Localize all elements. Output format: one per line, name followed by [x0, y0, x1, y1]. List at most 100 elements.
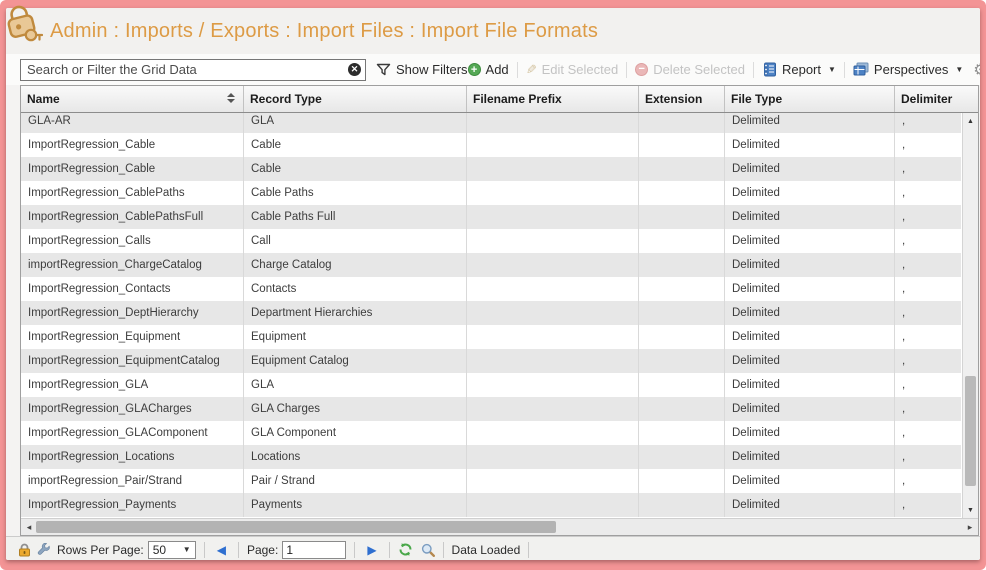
- cell-file_type: Delimited: [725, 277, 895, 301]
- scroll-down-icon[interactable]: ▼: [963, 503, 978, 517]
- grid-viewport: GLA-ARGLADelimited,ImportRegression_Cabl…: [21, 113, 978, 518]
- cell-record_type: GLA Charges: [244, 397, 467, 421]
- cell-extension: [639, 397, 725, 421]
- table-row[interactable]: ImportRegression_EquipmentCatalogEquipme…: [21, 349, 961, 373]
- search-box: ✕: [20, 59, 366, 81]
- admin-lock-key-icon: [1, 1, 43, 47]
- toolbar-divider: [517, 62, 518, 78]
- report-button[interactable]: Report ▼: [762, 62, 836, 77]
- table-row[interactable]: importRegression_ChargeCatalogCharge Cat…: [21, 253, 961, 277]
- cell-filename_prefix: [467, 349, 639, 373]
- cell-name: ImportRegression_Contacts: [21, 277, 244, 301]
- column-header-extension[interactable]: Extension: [639, 86, 725, 112]
- lock-icon[interactable]: [18, 543, 31, 557]
- table-row[interactable]: ImportRegression_CableCableDelimited,: [21, 157, 961, 181]
- grid-toolbar: ✕ Show Filters + Add ✎ Edit Selected: [6, 54, 980, 85]
- footer-divider: [354, 542, 355, 558]
- column-header-name[interactable]: Name: [21, 86, 244, 112]
- cell-record_type: Locations: [244, 445, 467, 469]
- wrench-icon[interactable]: [37, 543, 51, 557]
- horizontal-scrollbar-thumb[interactable]: [36, 521, 556, 533]
- rows-per-page-select[interactable]: 50 ▼: [148, 541, 196, 559]
- show-filters-button[interactable]: Show Filters: [376, 62, 468, 77]
- next-page-button[interactable]: ▶: [363, 543, 380, 557]
- page-title: Admin : Imports / Exports : Import Files…: [50, 20, 598, 43]
- cell-extension: [639, 469, 725, 493]
- table-row[interactable]: ImportRegression_GLAChargesGLA ChargesDe…: [21, 397, 961, 421]
- table-row[interactable]: ImportRegression_CallsCallDelimited,: [21, 229, 961, 253]
- cell-filename_prefix: [467, 133, 639, 157]
- cell-record_type: Cable Paths: [244, 181, 467, 205]
- vertical-scrollbar-thumb[interactable]: [965, 376, 976, 486]
- clear-search-icon[interactable]: ✕: [348, 63, 361, 76]
- cell-name: ImportRegression_Calls: [21, 229, 244, 253]
- table-row[interactable]: ImportRegression_EquipmentEquipmentDelim…: [21, 325, 961, 349]
- refresh-icon[interactable]: [398, 542, 413, 557]
- table-row[interactable]: ImportRegression_ContactsContactsDelimit…: [21, 277, 961, 301]
- cell-delimiter: ,: [895, 349, 961, 373]
- magnifier-icon[interactable]: [421, 543, 435, 557]
- cell-delimiter: ,: [895, 373, 961, 397]
- cell-filename_prefix: [467, 469, 639, 493]
- settings-gear-icon[interactable]: ⚙: [973, 60, 980, 80]
- scroll-left-icon[interactable]: ◂: [22, 519, 36, 535]
- chevron-down-icon: ▼: [183, 545, 191, 554]
- table-row[interactable]: ImportRegression_CablePathsCable PathsDe…: [21, 181, 961, 205]
- sort-icon[interactable]: [227, 93, 235, 103]
- cell-file_type: Delimited: [725, 229, 895, 253]
- cell-name: importRegression_Pair/Strand: [21, 469, 244, 493]
- app-frame: Admin : Imports / Exports : Import Files…: [0, 0, 986, 570]
- scroll-up-icon[interactable]: ▲: [963, 114, 978, 128]
- column-header-delimiter[interactable]: Delimiter: [895, 86, 978, 112]
- page: Admin : Imports / Exports : Import Files…: [6, 8, 980, 560]
- cell-extension: [639, 113, 725, 133]
- perspectives-panes-icon: [853, 62, 869, 77]
- table-row[interactable]: ImportRegression_GLAGLADelimited,: [21, 373, 961, 397]
- table-row[interactable]: GLA-ARGLADelimited,: [21, 113, 961, 133]
- cell-delimiter: ,: [895, 181, 961, 205]
- cell-name: ImportRegression_GLAComponent: [21, 421, 244, 445]
- cell-delimiter: ,: [895, 133, 961, 157]
- cell-filename_prefix: [467, 301, 639, 325]
- search-input[interactable]: [20, 59, 366, 81]
- status-text: Data Loaded: [452, 543, 521, 557]
- table-row[interactable]: ImportRegression_LocationsLocationsDelim…: [21, 445, 961, 469]
- toolbar-divider: [753, 62, 754, 78]
- chevron-down-icon: ▼: [955, 65, 963, 74]
- table-row[interactable]: ImportRegression_CablePathsFullCable Pat…: [21, 205, 961, 229]
- page-input[interactable]: [282, 541, 346, 559]
- add-button[interactable]: + Add: [468, 62, 509, 77]
- table-row[interactable]: ImportRegression_PaymentsPaymentsDelimit…: [21, 493, 961, 517]
- cell-file_type: Delimited: [725, 397, 895, 421]
- perspectives-button[interactable]: Perspectives ▼: [853, 62, 963, 77]
- cell-extension: [639, 205, 725, 229]
- cell-record_type: Equipment: [244, 325, 467, 349]
- edit-selected-label: Edit Selected: [542, 62, 619, 77]
- cell-extension: [639, 157, 725, 181]
- cell-extension: [639, 253, 725, 277]
- cell-filename_prefix: [467, 325, 639, 349]
- column-header-filename-prefix[interactable]: Filename Prefix: [467, 86, 639, 112]
- cell-extension: [639, 493, 725, 517]
- table-row[interactable]: ImportRegression_GLAComponentGLA Compone…: [21, 421, 961, 445]
- cell-name: ImportRegression_GLA: [21, 373, 244, 397]
- horizontal-scrollbar[interactable]: ◂ ▸: [21, 518, 978, 535]
- column-header-record-type[interactable]: Record Type: [244, 86, 467, 112]
- table-row[interactable]: importRegression_Pair/StrandPair / Stran…: [21, 469, 961, 493]
- footer-divider: [204, 542, 205, 558]
- chevron-down-icon: ▼: [828, 65, 836, 74]
- column-label: Extension: [645, 92, 702, 106]
- delete-selected-button[interactable]: − Delete Selected: [635, 62, 745, 77]
- previous-page-button[interactable]: ◀: [213, 543, 230, 557]
- table-row[interactable]: ImportRegression_DeptHierarchyDepartment…: [21, 301, 961, 325]
- column-label: Delimiter: [901, 92, 952, 106]
- table-row[interactable]: ImportRegression_CableCableDelimited,: [21, 133, 961, 157]
- cell-extension: [639, 445, 725, 469]
- footer-divider: [528, 542, 529, 558]
- edit-selected-button[interactable]: ✎ Edit Selected: [526, 62, 619, 78]
- scroll-right-icon[interactable]: ▸: [963, 519, 977, 535]
- vertical-scrollbar[interactable]: ▲ ▼: [962, 113, 978, 518]
- cell-filename_prefix: [467, 277, 639, 301]
- column-label: Name: [27, 92, 60, 106]
- column-header-file-type[interactable]: File Type: [725, 86, 895, 112]
